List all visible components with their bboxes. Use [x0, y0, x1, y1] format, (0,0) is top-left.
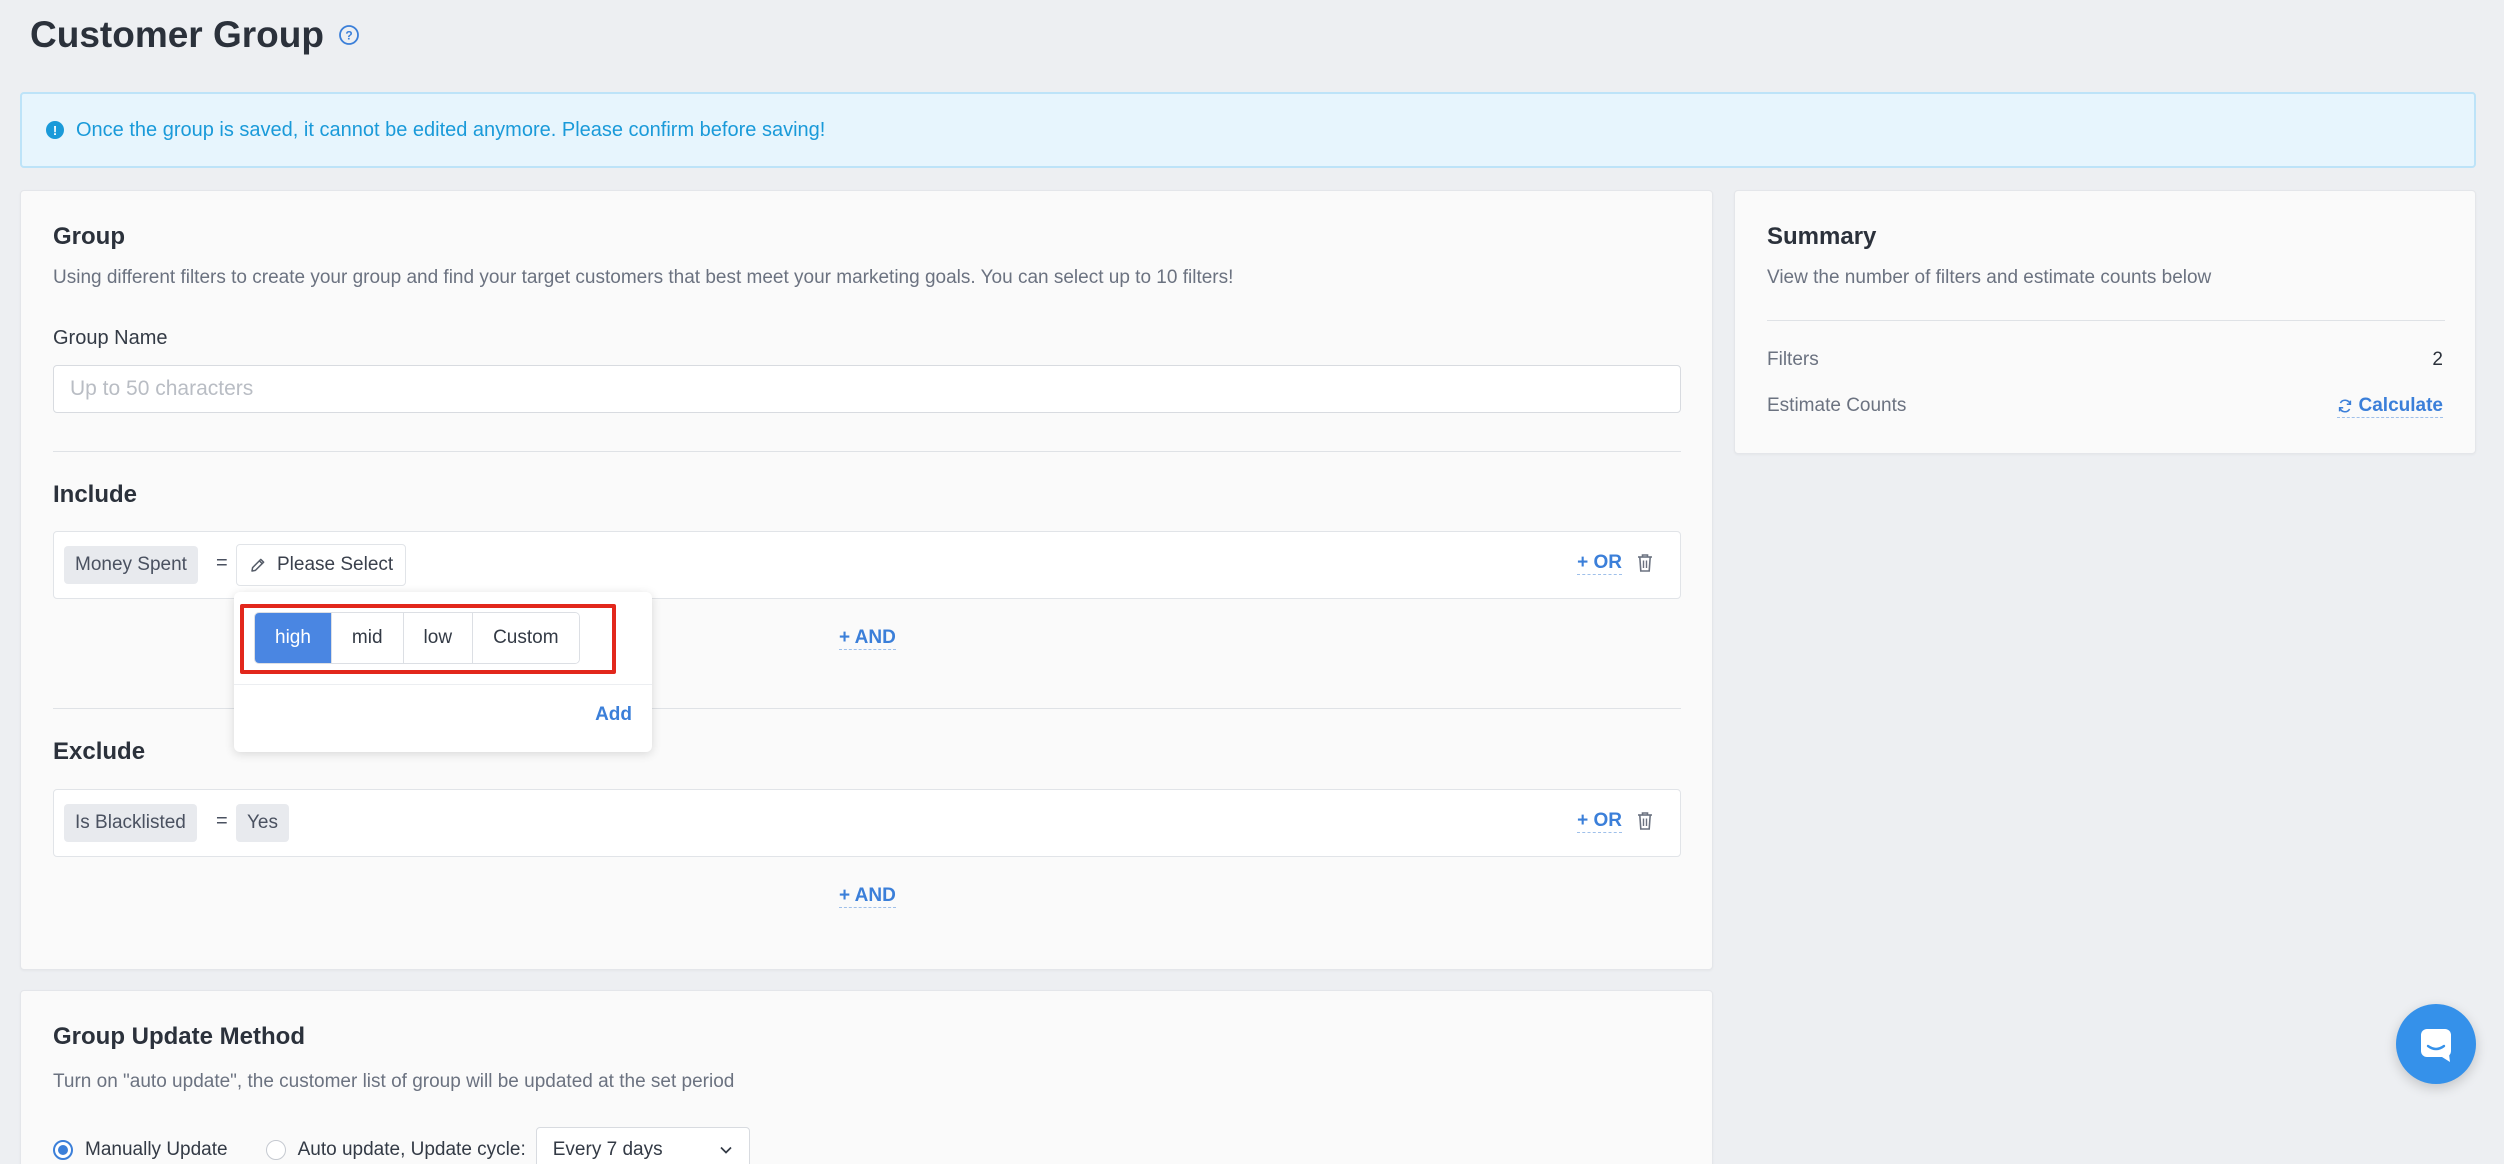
- value-select-popover: high mid low Custom Add: [234, 592, 652, 752]
- alert-text: Once the group is saved, it cannot be ed…: [76, 118, 826, 141]
- warning-alert: ! Once the group is saved, it cannot be …: [20, 92, 2476, 168]
- divider: [234, 684, 652, 685]
- summary-card: Summary View the number of filters and e…: [1734, 190, 2476, 454]
- update-cycle-select[interactable]: Every 7 days: [535, 1127, 750, 1164]
- option-high[interactable]: high: [255, 613, 332, 663]
- add-button[interactable]: Add: [595, 704, 632, 726]
- divider: [1767, 320, 2445, 321]
- update-method-title: Group Update Method: [53, 1023, 305, 1050]
- exclude-filter-row: Is Blacklisted = Yes + OR: [53, 789, 1681, 857]
- auto-update-label[interactable]: Auto update, Update cycle:: [298, 1139, 526, 1161]
- update-method-options: Manually Update Auto update, Update cycl…: [53, 1127, 750, 1164]
- filters-label: Filters: [1767, 349, 1819, 370]
- option-mid[interactable]: mid: [331, 613, 404, 663]
- include-filter-row: Money Spent = Please Select + OR: [53, 531, 1681, 599]
- include-and-button[interactable]: + AND: [839, 627, 896, 650]
- option-low[interactable]: low: [403, 613, 474, 663]
- update-method-description: Turn on "auto update", the customer list…: [53, 1071, 735, 1092]
- pencil-icon: [251, 558, 265, 572]
- update-method-card: Group Update Method Turn on "auto update…: [20, 990, 1713, 1164]
- exclude-filter-operator: =: [216, 810, 228, 832]
- exclude-filter-value[interactable]: Yes: [236, 804, 289, 842]
- summary-title: Summary: [1767, 223, 1877, 250]
- manual-update-radio[interactable]: [53, 1140, 73, 1160]
- chat-button[interactable]: [2396, 1004, 2476, 1084]
- page-title: Customer Group: [30, 14, 324, 55]
- group-card: Group Using different filters to create …: [20, 190, 1713, 970]
- page-title-row: Customer Group ?: [30, 14, 360, 56]
- exclude-section-title: Exclude: [53, 738, 146, 765]
- group-section-description: Using different filters to create your g…: [53, 267, 1234, 288]
- group-name-input[interactable]: [53, 365, 1681, 413]
- manual-update-label[interactable]: Manually Update: [85, 1139, 228, 1161]
- estimate-counts-row: Estimate Counts Calculate: [1767, 395, 2443, 418]
- include-section-title: Include: [53, 481, 138, 508]
- estimate-label: Estimate Counts: [1767, 395, 1907, 416]
- calculate-label: Calculate: [2358, 395, 2443, 416]
- chevron-down-icon: [720, 1146, 732, 1154]
- update-cycle-value: Every 7 days: [552, 1139, 663, 1160]
- group-name-label: Group Name: [53, 327, 168, 349]
- include-value-select[interactable]: Please Select: [236, 544, 407, 586]
- calculate-button[interactable]: Calculate: [2336, 395, 2443, 418]
- include-value-placeholder: Please Select: [277, 554, 394, 575]
- refresh-icon: [2338, 399, 2351, 413]
- option-custom[interactable]: Custom: [473, 613, 579, 663]
- exclude-and-button[interactable]: + AND: [839, 885, 896, 908]
- auto-update-radio[interactable]: [265, 1140, 286, 1160]
- summary-description: View the number of filters and estimate …: [1767, 267, 2212, 288]
- include-filter-operator: =: [216, 552, 228, 574]
- chat-icon: [2421, 1029, 2451, 1062]
- question-circle-icon[interactable]: ?: [338, 24, 360, 46]
- group-section-title: Group: [53, 223, 125, 250]
- include-filter-field[interactable]: Money Spent: [64, 546, 198, 584]
- include-or-button[interactable]: + OR: [1577, 552, 1622, 575]
- filters-count-row: Filters 2: [1767, 349, 2443, 371]
- exclude-or-button[interactable]: + OR: [1577, 810, 1622, 833]
- trash-icon[interactable]: [1636, 810, 1654, 832]
- divider: [53, 451, 1681, 452]
- exclude-filter-field[interactable]: Is Blacklisted: [64, 804, 197, 842]
- filters-value: 2: [2432, 349, 2443, 370]
- svg-text:?: ?: [345, 29, 352, 43]
- trash-icon[interactable]: [1636, 552, 1654, 574]
- value-segmented-control: high mid low Custom: [254, 612, 580, 664]
- info-icon: !: [46, 121, 64, 139]
